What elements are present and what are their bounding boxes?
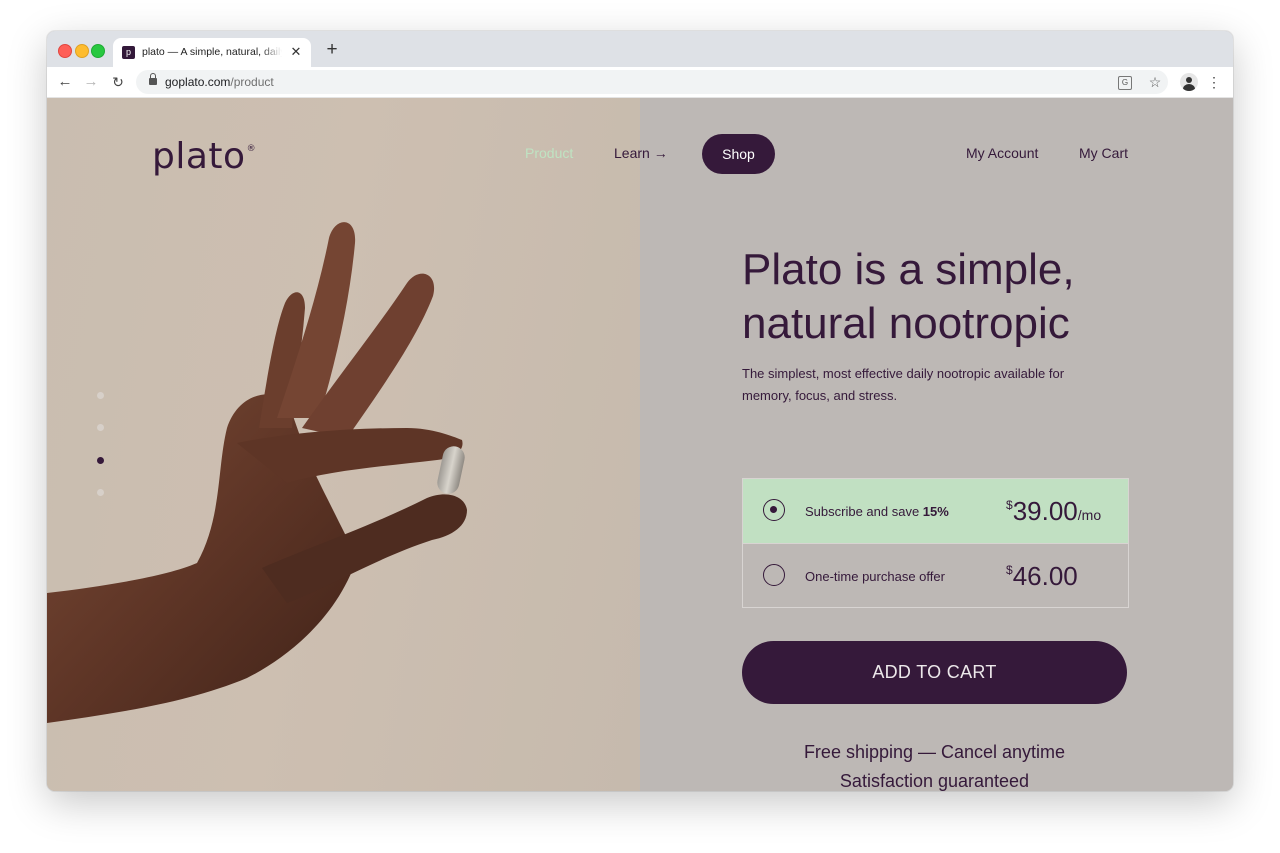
subscribe-price: $39.00/mo	[1006, 496, 1101, 527]
price-amount: 39.00	[1012, 496, 1078, 526]
nav-learn-link[interactable]: Learn →	[614, 145, 668, 161]
carousel-dot-4[interactable]	[97, 489, 104, 496]
subscribe-radio[interactable]	[763, 499, 785, 521]
shipping-perk: Free shipping — Cancel anytime	[803, 742, 1066, 762]
registered-mark: ®	[246, 144, 257, 154]
carousel-dot-3-active[interactable]	[97, 457, 104, 464]
zoom-window-button[interactable]	[91, 44, 105, 58]
carousel-dot-1[interactable]	[97, 392, 104, 399]
product-headline: Plato is a simple, natural nootropic	[742, 245, 1075, 348]
shop-button[interactable]: Shop	[702, 134, 775, 174]
profile-avatar[interactable]	[1180, 73, 1198, 91]
guarantee-perk: Satisfaction guaranteed	[839, 771, 1030, 791]
tab-title: plato — A simple, natural, daily nootrop…	[142, 46, 282, 58]
logo-text: plato	[152, 136, 246, 177]
my-cart-link[interactable]: My Cart	[1079, 145, 1128, 161]
purchase-options: Subscribe and save 15% $39.00/mo One-tim…	[742, 478, 1129, 608]
url-text[interactable]: goplato.com/product	[165, 75, 274, 89]
radio-selected-dot	[770, 506, 777, 513]
url-domain: goplato.com	[165, 75, 231, 89]
currency-symbol: $	[1006, 563, 1013, 577]
subscribe-option-label: Subscribe and save 15%	[805, 504, 949, 519]
add-to-cart-button[interactable]: ADD TO CART	[742, 641, 1127, 704]
one-time-option-label: One-time purchase offer	[805, 569, 945, 584]
product-description: The simplest, most effective daily nootr…	[742, 366, 1065, 403]
hero-image	[47, 98, 640, 791]
url-path: /product	[230, 75, 274, 89]
hand-holding-capsule-image	[47, 222, 467, 723]
price-period: /mo	[1077, 507, 1102, 523]
favicon-icon: p	[122, 46, 135, 59]
tab-bar: p plato — A simple, natural, daily nootr…	[47, 31, 1233, 67]
plato-logo[interactable]: plato®	[152, 136, 256, 177]
close-window-button[interactable]	[58, 44, 72, 58]
menu-icon[interactable]: ⋮	[1207, 72, 1221, 92]
subscribe-option[interactable]: Subscribe and save 15% $39.00/mo	[743, 479, 1128, 543]
discount-percent: 15%	[922, 504, 949, 519]
translate-icon[interactable]: G	[1118, 76, 1132, 90]
one-time-option[interactable]: One-time purchase offer $46.00	[743, 543, 1128, 608]
close-tab-icon[interactable]: ✕	[288, 44, 304, 60]
price-amount: 46.00	[1012, 561, 1078, 591]
minimize-window-button[interactable]	[75, 44, 89, 58]
carousel-dot-2[interactable]	[97, 424, 104, 431]
browser-window: p plato — A simple, natural, daily nootr…	[47, 31, 1233, 791]
forward-icon[interactable]: →	[81, 72, 101, 92]
one-time-price: $46.00	[1006, 561, 1078, 592]
page: plato® Product Learn → Shop My Account M…	[47, 98, 1233, 791]
back-icon[interactable]: ←	[55, 72, 75, 92]
star-icon[interactable]: ☆	[1147, 74, 1163, 90]
new-tab-button[interactable]: +	[323, 40, 341, 60]
reload-icon[interactable]: ↻	[108, 72, 128, 92]
browser-tab[interactable]: p plato — A simple, natural, daily nootr…	[113, 38, 311, 67]
subscribe-label-text: Subscribe and save	[805, 504, 923, 519]
one-time-radio[interactable]	[763, 564, 785, 586]
nav-product-link[interactable]: Product	[525, 145, 573, 161]
lock-icon[interactable]	[149, 73, 157, 85]
currency-symbol: $	[1006, 498, 1013, 512]
my-account-link[interactable]: My Account	[966, 145, 1038, 161]
browser-toolbar: ← → ↻ goplato.com/product G ☆ ⋮	[47, 67, 1233, 98]
address-bar[interactable]: goplato.com/product G ☆	[136, 70, 1168, 94]
